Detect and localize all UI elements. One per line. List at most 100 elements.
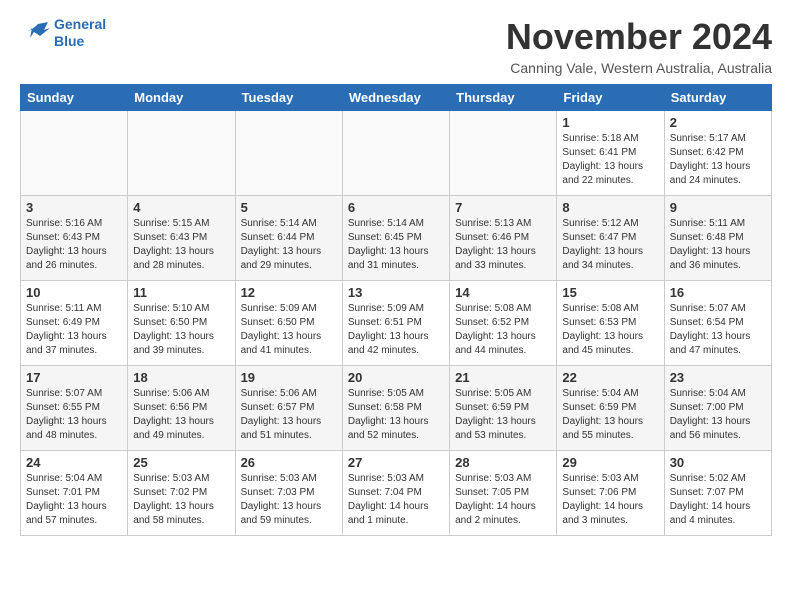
- calendar-day-cell: 19 Sunrise: 5:06 AM Sunset: 6:57 PM Dayli…: [235, 366, 342, 451]
- day-info: Sunrise: 5:13 AM Sunset: 6:46 PM Dayligh…: [455, 217, 551, 273]
- day-info: Sunrise: 5:09 AM Sunset: 6:51 PM Dayligh…: [348, 302, 444, 358]
- day-number: 16: [670, 285, 766, 300]
- day-number: 10: [26, 285, 122, 300]
- calendar-day-cell: 24 Sunrise: 5:04 AM Sunset: 7:01 PM Dayli…: [21, 451, 128, 536]
- day-number: 15: [562, 285, 658, 300]
- day-info: Sunrise: 5:05 AM Sunset: 6:58 PM Dayligh…: [348, 387, 444, 443]
- calendar-day-cell: 16 Sunrise: 5:07 AM Sunset: 6:54 PM Dayli…: [664, 281, 771, 366]
- calendar-day-cell: 1 Sunrise: 5:18 AM Sunset: 6:41 PM Daylig…: [557, 111, 664, 196]
- day-info: Sunrise: 5:05 AM Sunset: 6:59 PM Dayligh…: [455, 387, 551, 443]
- day-number: 30: [670, 455, 766, 470]
- calendar-day-cell: 17Sunrise: 5:07 AM Sunset: 6:55 PM Dayli…: [21, 366, 128, 451]
- calendar-week-row: 17Sunrise: 5:07 AM Sunset: 6:55 PM Dayli…: [21, 366, 772, 451]
- calendar-day-cell: 15 Sunrise: 5:08 AM Sunset: 6:53 PM Dayli…: [557, 281, 664, 366]
- day-number: 12: [241, 285, 337, 300]
- logo-text: General Blue: [54, 16, 106, 50]
- calendar-week-row: 3Sunrise: 5:16 AM Sunset: 6:43 PM Daylig…: [21, 196, 772, 281]
- day-info: Sunrise: 5:11 AM Sunset: 6:48 PM Dayligh…: [670, 217, 766, 273]
- calendar-week-row: 24 Sunrise: 5:04 AM Sunset: 7:01 PM Dayli…: [21, 451, 772, 536]
- logo-icon: [20, 18, 50, 48]
- calendar-day-cell: [450, 111, 557, 196]
- calendar-day-cell: 10Sunrise: 5:11 AM Sunset: 6:49 PM Dayli…: [21, 281, 128, 366]
- calendar-day-cell: [128, 111, 235, 196]
- day-number: 27: [348, 455, 444, 470]
- calendar-table: SundayMondayTuesdayWednesdayThursdayFrid…: [20, 84, 772, 536]
- day-number: 8: [562, 200, 658, 215]
- day-number: 20: [348, 370, 444, 385]
- day-number: 23: [670, 370, 766, 385]
- logo-line2: Blue: [54, 33, 84, 49]
- calendar-day-cell: 27 Sunrise: 5:03 AM Sunset: 7:04 PM Dayli…: [342, 451, 449, 536]
- calendar-day-cell: 22Sunrise: 5:04 AM Sunset: 6:59 PM Dayli…: [557, 366, 664, 451]
- calendar-day-cell: 25Sunrise: 5:03 AM Sunset: 7:02 PM Dayli…: [128, 451, 235, 536]
- day-number: 1: [562, 115, 658, 130]
- day-info: Sunrise: 5:03 AM Sunset: 7:03 PM Dayligh…: [241, 472, 337, 528]
- day-info: Sunrise: 5:03 AM Sunset: 7:02 PM Dayligh…: [133, 472, 229, 528]
- logo: General Blue: [20, 16, 106, 50]
- weekday-header: Friday: [557, 85, 664, 111]
- header: General Blue November 2024 Canning Vale,…: [20, 16, 772, 76]
- day-number: 14: [455, 285, 551, 300]
- calendar-day-cell: 14Sunrise: 5:08 AM Sunset: 6:52 PM Dayli…: [450, 281, 557, 366]
- day-info: Sunrise: 5:06 AM Sunset: 6:56 PM Dayligh…: [133, 387, 229, 443]
- calendar-day-cell: 11 Sunrise: 5:10 AM Sunset: 6:50 PM Dayli…: [128, 281, 235, 366]
- day-number: 9: [670, 200, 766, 215]
- day-number: 4: [133, 200, 229, 215]
- logo-line1: General: [54, 16, 106, 32]
- month-title: November 2024: [506, 16, 772, 58]
- day-number: 22: [562, 370, 658, 385]
- day-info: Sunrise: 5:10 AM Sunset: 6:50 PM Dayligh…: [133, 302, 229, 358]
- day-info: Sunrise: 5:03 AM Sunset: 7:05 PM Dayligh…: [455, 472, 551, 528]
- day-info: Sunrise: 5:07 AM Sunset: 6:54 PM Dayligh…: [670, 302, 766, 358]
- day-info: Sunrise: 5:12 AM Sunset: 6:47 PM Dayligh…: [562, 217, 658, 273]
- title-area: November 2024 Canning Vale, Western Aust…: [506, 16, 772, 76]
- weekday-header: Sunday: [21, 85, 128, 111]
- weekday-header: Saturday: [664, 85, 771, 111]
- day-number: 5: [241, 200, 337, 215]
- day-info: Sunrise: 5:16 AM Sunset: 6:43 PM Dayligh…: [26, 217, 122, 273]
- calendar-day-cell: [235, 111, 342, 196]
- day-number: 26: [241, 455, 337, 470]
- calendar-day-cell: 13 Sunrise: 5:09 AM Sunset: 6:51 PM Dayli…: [342, 281, 449, 366]
- calendar-day-cell: 12 Sunrise: 5:09 AM Sunset: 6:50 PM Dayli…: [235, 281, 342, 366]
- day-info: Sunrise: 5:15 AM Sunset: 6:43 PM Dayligh…: [133, 217, 229, 273]
- day-info: Sunrise: 5:03 AM Sunset: 7:06 PM Dayligh…: [562, 472, 658, 528]
- calendar-day-cell: [342, 111, 449, 196]
- calendar-day-cell: 6 Sunrise: 5:14 AM Sunset: 6:45 PM Daylig…: [342, 196, 449, 281]
- day-number: 7: [455, 200, 551, 215]
- day-number: 21: [455, 370, 551, 385]
- day-info: Sunrise: 5:06 AM Sunset: 6:57 PM Dayligh…: [241, 387, 337, 443]
- day-info: Sunrise: 5:03 AM Sunset: 7:04 PM Dayligh…: [348, 472, 444, 528]
- day-number: 6: [348, 200, 444, 215]
- calendar-day-cell: 20 Sunrise: 5:05 AM Sunset: 6:58 PM Dayli…: [342, 366, 449, 451]
- weekday-header: Monday: [128, 85, 235, 111]
- day-info: Sunrise: 5:14 AM Sunset: 6:45 PM Dayligh…: [348, 217, 444, 273]
- calendar-day-cell: 9 Sunrise: 5:11 AM Sunset: 6:48 PM Daylig…: [664, 196, 771, 281]
- calendar-header-row: SundayMondayTuesdayWednesdayThursdayFrid…: [21, 85, 772, 111]
- day-info: Sunrise: 5:17 AM Sunset: 6:42 PM Dayligh…: [670, 132, 766, 188]
- day-number: 24: [26, 455, 122, 470]
- weekday-header: Wednesday: [342, 85, 449, 111]
- day-info: Sunrise: 5:04 AM Sunset: 7:01 PM Dayligh…: [26, 472, 122, 528]
- calendar-day-cell: 18 Sunrise: 5:06 AM Sunset: 6:56 PM Dayli…: [128, 366, 235, 451]
- day-info: Sunrise: 5:09 AM Sunset: 6:50 PM Dayligh…: [241, 302, 337, 358]
- day-number: 2: [670, 115, 766, 130]
- day-number: 19: [241, 370, 337, 385]
- day-info: Sunrise: 5:08 AM Sunset: 6:53 PM Dayligh…: [562, 302, 658, 358]
- day-number: 13: [348, 285, 444, 300]
- calendar-day-cell: 21 Sunrise: 5:05 AM Sunset: 6:59 PM Dayli…: [450, 366, 557, 451]
- calendar-day-cell: 2 Sunrise: 5:17 AM Sunset: 6:42 PM Daylig…: [664, 111, 771, 196]
- calendar-day-cell: 23Sunrise: 5:04 AM Sunset: 7:00 PM Dayli…: [664, 366, 771, 451]
- day-number: 11: [133, 285, 229, 300]
- location-subtitle: Canning Vale, Western Australia, Austral…: [506, 60, 772, 76]
- weekday-header: Thursday: [450, 85, 557, 111]
- day-number: 18: [133, 370, 229, 385]
- day-info: Sunrise: 5:14 AM Sunset: 6:44 PM Dayligh…: [241, 217, 337, 273]
- calendar-day-cell: 3Sunrise: 5:16 AM Sunset: 6:43 PM Daylig…: [21, 196, 128, 281]
- calendar-day-cell: 7 Sunrise: 5:13 AM Sunset: 6:46 PM Daylig…: [450, 196, 557, 281]
- weekday-header: Tuesday: [235, 85, 342, 111]
- day-info: Sunrise: 5:18 AM Sunset: 6:41 PM Dayligh…: [562, 132, 658, 188]
- day-number: 29: [562, 455, 658, 470]
- day-info: Sunrise: 5:02 AM Sunset: 7:07 PM Dayligh…: [670, 472, 766, 528]
- calendar-week-row: 1 Sunrise: 5:18 AM Sunset: 6:41 PM Daylig…: [21, 111, 772, 196]
